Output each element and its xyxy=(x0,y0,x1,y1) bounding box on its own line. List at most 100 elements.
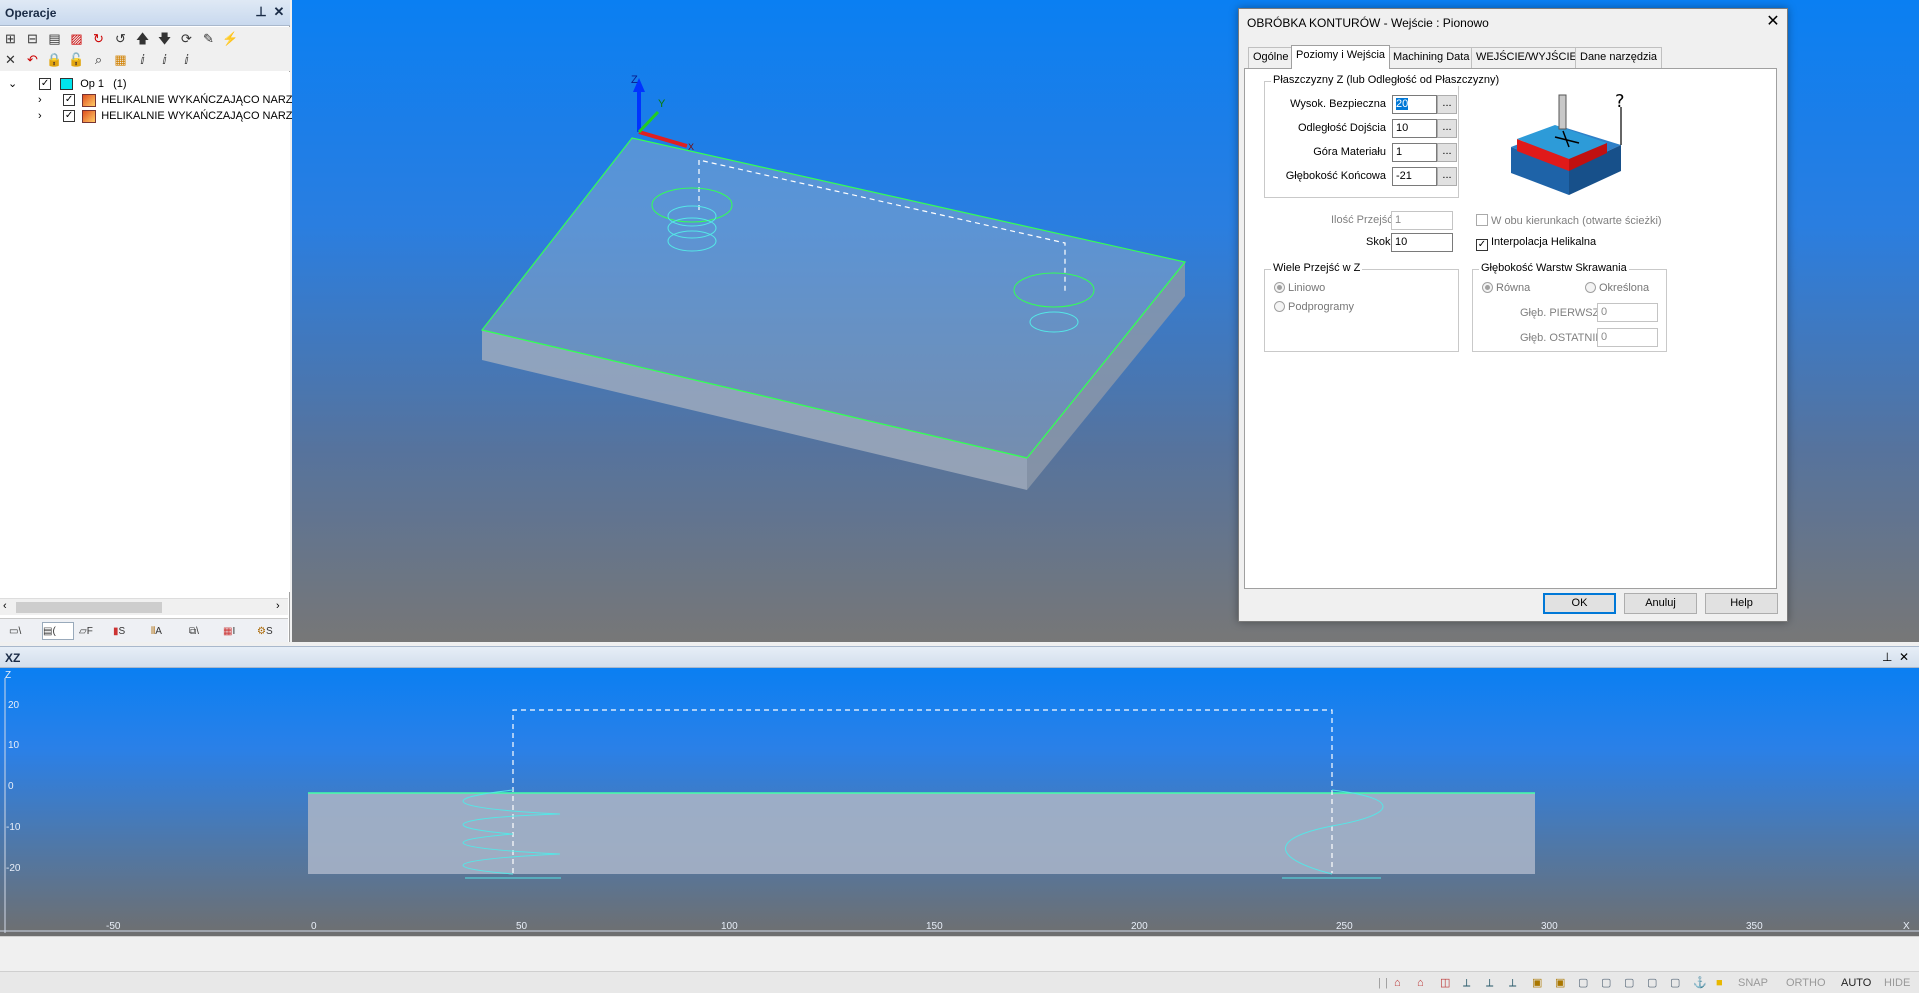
both-directions-checkbox[interactable]: W obu kierunkach (otwarte ścieżki) xyxy=(1476,214,1662,227)
final-depth-input[interactable]: -21 xyxy=(1392,167,1437,186)
final-depth-browse-button[interactable]: ... xyxy=(1437,167,1457,186)
helical-interpolation-checkbox[interactable]: ✓ Interpolacja Helikalna xyxy=(1476,236,1596,251)
tab-entry-exit[interactable]: WEJŚCIE/WYJŚCIE xyxy=(1471,47,1582,68)
linear-radio[interactable]: Liniowo xyxy=(1274,282,1325,294)
move-down-icon[interactable]: 🡇 xyxy=(156,30,173,47)
x-tick: 150 xyxy=(926,921,943,932)
xz-close-icon[interactable]: ✕ xyxy=(1899,650,1909,664)
z-tick: -10 xyxy=(6,822,21,833)
renumber-icon[interactable]: ↻ xyxy=(90,30,107,47)
child-checkbox[interactable]: ✓ xyxy=(63,110,76,123)
auto-toggle[interactable]: AUTO xyxy=(1841,975,1871,991)
view-top-icon[interactable]: ⌂ xyxy=(1417,975,1424,991)
approach-browse-button[interactable]: ... xyxy=(1437,119,1457,138)
expand-chevron-icon[interactable]: › xyxy=(38,92,50,108)
xz-viewport[interactable]: Z 20 10 0 -10 -20 -50 0 50 100 150 200 2… xyxy=(0,668,1919,936)
cancel-icon[interactable]: ✕ xyxy=(2,51,19,68)
material-top-browse-button[interactable]: ... xyxy=(1437,143,1457,162)
box-view-6-icon[interactable]: ▢ xyxy=(1647,975,1657,991)
info-list-icon[interactable]: ⅈ xyxy=(156,51,173,68)
checkbox-box: ✓ xyxy=(1476,239,1488,251)
axes-xz-icon[interactable]: ⟂ xyxy=(1486,975,1493,991)
magic-wand-icon[interactable]: ⚡ xyxy=(222,30,239,47)
safe-height-browse-button[interactable]: ... xyxy=(1437,95,1457,114)
box-view-2-icon[interactable]: ▣ xyxy=(1555,975,1565,991)
cancel-button[interactable]: Anuluj xyxy=(1624,593,1697,614)
renumber-all-icon[interactable]: ↺ xyxy=(112,30,129,47)
info-tree-icon[interactable]: ⅈ xyxy=(178,51,195,68)
scroll-left-icon[interactable]: ‹ xyxy=(3,600,7,612)
move-up-icon[interactable]: 🡅 xyxy=(134,30,151,47)
box-view-3-icon[interactable]: ▢ xyxy=(1578,975,1588,991)
tab-machining-data[interactable]: Machining Data xyxy=(1388,47,1475,68)
subprograms-radio[interactable]: Podprogramy xyxy=(1274,301,1354,313)
safe-height-label: Wysok. Bezpieczna xyxy=(1290,98,1386,110)
undo-icon[interactable]: ↶ xyxy=(24,51,41,68)
equal-radio[interactable]: Równa xyxy=(1482,282,1530,294)
box-view-4-icon[interactable]: ▢ xyxy=(1601,975,1611,991)
material-top-input[interactable]: 1 xyxy=(1392,143,1437,162)
expand-icon[interactable]: ⊞ xyxy=(2,30,19,47)
step-input[interactable]: 10 xyxy=(1391,233,1453,252)
ortho-toggle[interactable]: ORTHO xyxy=(1786,975,1826,991)
find-icon[interactable]: ⌕ xyxy=(90,51,107,68)
tab-operations-2[interactable]: ▤( xyxy=(42,622,74,640)
tab-levels-entries[interactable]: Poziomy i Wejścia xyxy=(1291,45,1391,69)
snap-toggle[interactable]: SNAP xyxy=(1738,975,1768,991)
yellow-square-icon[interactable]: ■ xyxy=(1716,975,1723,991)
scroll-thumb[interactable] xyxy=(16,602,162,613)
tab-operations-8[interactable]: ⚙S xyxy=(256,622,288,640)
tree-child-row[interactable]: › ✓ HELIKALNIE WYKAŃCZAJĄCO NARZE xyxy=(38,108,300,124)
anchor-icon[interactable]: ⚓ xyxy=(1693,975,1707,991)
tree-horizontal-scrollbar[interactable]: ‹ › xyxy=(0,598,288,615)
approach-distance-input[interactable]: 10 xyxy=(1392,119,1437,138)
collapse-icon[interactable]: ⊟ xyxy=(24,30,41,47)
tab-operations-1[interactable]: ▭\ xyxy=(8,622,40,640)
tab-operations-4[interactable]: ▮S xyxy=(112,622,144,640)
tab-pane: Płaszczyzny Z (lub Odległość od Płaszczy… xyxy=(1244,68,1777,589)
dialog-close-icon[interactable]: ✕ xyxy=(1763,12,1783,32)
delete-op-icon[interactable]: ▨ xyxy=(68,30,85,47)
help-button[interactable]: Help xyxy=(1705,593,1778,614)
tree-child-row[interactable]: › ✓ HELIKALNIE WYKAŃCZAJĄCO NARZE xyxy=(38,92,300,108)
pin-icon[interactable]: ⊥ xyxy=(254,5,268,19)
tab-operations-7[interactable]: ▦I xyxy=(222,622,254,640)
tree-root-row[interactable]: ⌄ ✓ Op 1 (1) xyxy=(8,76,127,92)
part-profile xyxy=(308,793,1535,874)
box-view-5-icon[interactable]: ▢ xyxy=(1624,975,1634,991)
tab-operations-5[interactable]: ⫴A xyxy=(150,622,182,640)
root-checkbox[interactable]: ✓ xyxy=(39,78,52,91)
edit-icon[interactable]: ✎ xyxy=(200,30,217,47)
tab-general[interactable]: Ogólne xyxy=(1248,47,1294,68)
close-icon[interactable]: ✕ xyxy=(272,5,286,19)
sequence-icon[interactable]: ▦ xyxy=(112,51,129,68)
info-icon[interactable]: ⅈ xyxy=(134,51,151,68)
tab-operations-6[interactable]: ⧉\ xyxy=(188,622,220,640)
child-checkbox[interactable]: ✓ xyxy=(63,94,76,107)
scroll-right-icon[interactable]: › xyxy=(276,600,280,612)
box-view-7-icon[interactable]: ▢ xyxy=(1670,975,1680,991)
view-iso-icon[interactable]: ⌂ xyxy=(1394,975,1401,991)
lock-icon[interactable]: 🔒 xyxy=(46,51,63,68)
svg-text:?: ? xyxy=(1615,91,1625,112)
copy-icon[interactable]: ▤ xyxy=(46,30,63,47)
first-depth-input[interactable]: 0 xyxy=(1597,303,1658,322)
tab-operations-3[interactable]: ▱F xyxy=(78,622,110,640)
axes-icon[interactable]: ⟂ xyxy=(1463,975,1470,991)
passes-input[interactable]: 1 xyxy=(1391,211,1453,230)
ok-button[interactable]: OK xyxy=(1543,593,1616,614)
last-depth-input[interactable]: 0 xyxy=(1597,328,1658,347)
hide-toggle[interactable]: HIDE xyxy=(1884,975,1910,991)
view-front-icon[interactable]: ◫ xyxy=(1440,975,1450,991)
xz-pin-icon[interactable]: ⊥ xyxy=(1882,650,1892,664)
regenerate-icon[interactable]: ⟳ xyxy=(178,30,195,47)
x-tick: -50 xyxy=(106,921,121,932)
box-view-1-icon[interactable]: ▣ xyxy=(1532,975,1542,991)
defined-radio[interactable]: Określona xyxy=(1585,282,1649,294)
expand-chevron-icon[interactable]: › xyxy=(38,108,50,124)
axes-yz-icon[interactable]: ⟂ xyxy=(1509,975,1516,991)
safe-height-input[interactable]: 20 xyxy=(1392,95,1437,114)
unlock-icon[interactable]: 🔓 xyxy=(68,51,85,68)
tab-tool-data[interactable]: Dane narzędzia xyxy=(1575,47,1663,68)
collapse-chevron-icon[interactable]: ⌄ xyxy=(8,76,20,92)
